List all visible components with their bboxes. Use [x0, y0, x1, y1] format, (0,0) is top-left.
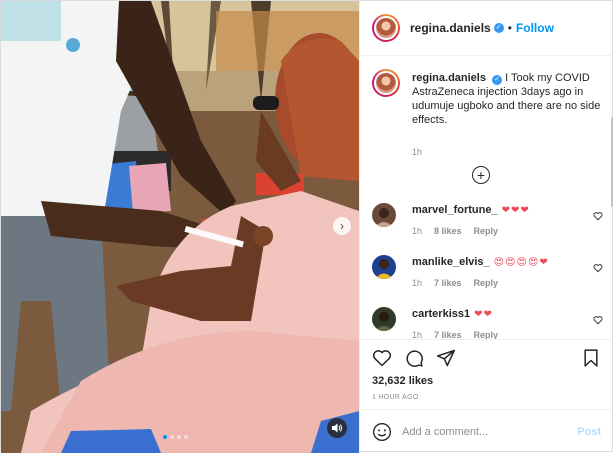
avatar[interactable] — [372, 255, 396, 279]
carousel-dot — [163, 435, 167, 439]
save-button[interactable] — [581, 348, 601, 368]
share-button[interactable] — [436, 348, 456, 368]
list-item: carterkiss1 ❤❤ 1h 7 likes Reply — [372, 307, 607, 339]
post-header: regina.daniels ✓ • Follow — [360, 1, 613, 56]
comment-text: ❤❤❤ — [501, 205, 530, 216]
avatar[interactable] — [372, 14, 400, 42]
comment-time[interactable]: 1h — [412, 226, 422, 236]
bookmark-icon — [584, 349, 598, 367]
comment-body: manlike_elvis_ 😍😍😍😍❤ 1h 7 likes Reply — [412, 255, 572, 288]
post-modal: › regina.daniels ✓ • Follow regina.danie… — [0, 0, 613, 453]
post-actions: 32,632 likes 1 HOUR AGO — [360, 339, 613, 409]
comment-username[interactable]: marvel_fortune_ — [412, 204, 498, 216]
like-comment-heart-icon[interactable] — [593, 263, 603, 273]
comment-likes[interactable]: 7 likes — [434, 278, 462, 288]
like-comment-heart-icon[interactable] — [593, 211, 603, 221]
reply-button[interactable]: Reply — [474, 226, 499, 236]
carousel-dot — [177, 435, 181, 439]
paper-plane-icon — [436, 349, 456, 367]
carousel-indicator — [163, 435, 188, 439]
action-buttons — [372, 348, 456, 368]
add-comment-bar: Post — [360, 409, 613, 453]
reply-button[interactable]: Reply — [474, 278, 499, 288]
comment-bubble-icon — [406, 350, 423, 367]
comment-time[interactable]: 1h — [412, 330, 422, 339]
like-button[interactable] — [372, 348, 392, 368]
caption-text: regina.daniels ✓ I Took my COVID AstraZe… — [412, 71, 607, 127]
comment-likes[interactable]: 7 likes — [434, 330, 462, 339]
verified-badge-icon: ✓ — [493, 23, 504, 33]
heart-icon — [372, 350, 392, 367]
post-comment-button[interactable]: Post — [577, 426, 601, 438]
avatar[interactable] — [372, 69, 400, 97]
comments-list[interactable]: regina.daniels ✓ I Took my COVID AstraZe… — [360, 57, 613, 339]
speaker-icon — [332, 423, 342, 433]
header-separator: • — [507, 21, 512, 35]
post-timestamp[interactable]: 1 HOUR AGO — [372, 394, 419, 401]
emoji-icon[interactable] — [372, 422, 392, 442]
comment-body: marvel_fortune_ ❤❤❤ 1h 8 likes Reply — [412, 203, 572, 236]
caption-timestamp[interactable]: 1h — [412, 147, 422, 157]
list-item: marvel_fortune_ ❤❤❤ 1h 8 likes Reply — [372, 203, 607, 243]
follow-button[interactable]: Follow — [516, 21, 554, 35]
load-more-comments-button[interactable]: + — [472, 166, 490, 184]
carousel-next-button[interactable]: › — [333, 217, 351, 235]
comment-likes[interactable]: 8 likes — [434, 226, 462, 236]
list-item: manlike_elvis_ 😍😍😍😍❤ 1h 7 likes Reply — [372, 255, 607, 295]
photo-scene — [1, 1, 359, 453]
sound-toggle-button[interactable] — [327, 418, 347, 438]
avatar[interactable] — [372, 307, 396, 331]
post-photo[interactable]: › — [1, 1, 359, 453]
comment-body: carterkiss1 ❤❤ 1h 7 likes Reply — [412, 307, 572, 339]
carousel-dot — [184, 435, 188, 439]
plus-circle-icon: + — [476, 167, 486, 183]
comment-username[interactable]: carterkiss1 — [412, 308, 470, 320]
comment-text: 😍😍😍😍❤ — [493, 257, 549, 268]
like-comment-heart-icon[interactable] — [593, 315, 603, 325]
caption-username[interactable]: regina.daniels — [412, 72, 486, 84]
verified-badge-icon: ✓ — [492, 75, 503, 85]
post-author-username[interactable]: regina.daniels — [410, 21, 491, 35]
chevron-right-icon: › — [340, 219, 344, 233]
comment-username[interactable]: manlike_elvis_ — [412, 256, 490, 268]
post-sidebar: regina.daniels ✓ • Follow regina.daniels… — [359, 1, 613, 453]
comment-text: ❤❤ — [474, 309, 493, 320]
avatar[interactable] — [372, 203, 396, 227]
reply-button[interactable]: Reply — [474, 330, 499, 339]
comment-input[interactable] — [402, 425, 572, 438]
likes-count[interactable]: 32,632 likes — [372, 375, 433, 387]
comment-button[interactable] — [404, 348, 424, 368]
carousel-dot — [170, 435, 174, 439]
comment-time[interactable]: 1h — [412, 278, 422, 288]
